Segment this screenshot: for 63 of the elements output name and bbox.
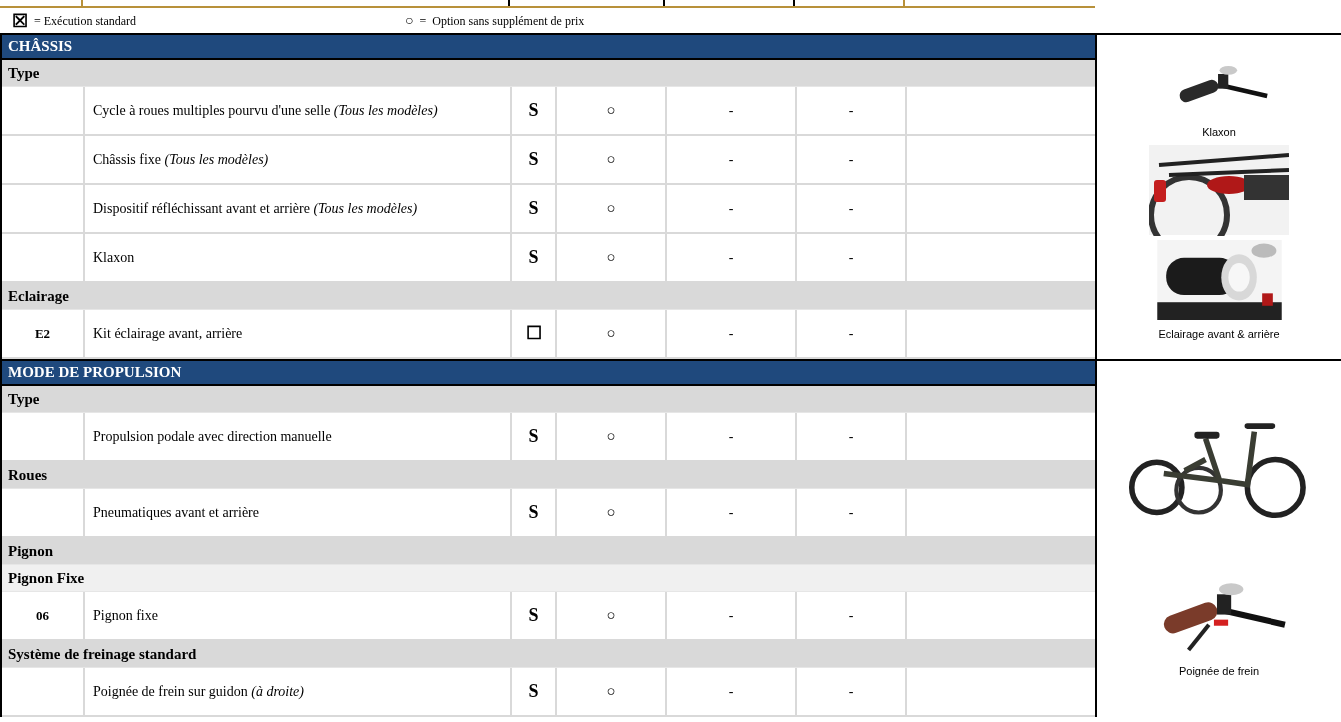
group-label: Pignon — [8, 541, 53, 561]
table-cell-text: - — [848, 683, 854, 701]
option-mark: ○ — [606, 427, 616, 447]
description-cell-text: Kit éclairage avant, arrière — [93, 324, 243, 343]
standard-mark: S — [528, 197, 539, 220]
option-mark: ○ — [606, 606, 616, 626]
option-mark: ○ — [606, 150, 616, 170]
table-cell-text: - — [848, 102, 854, 120]
option-mark: ○ — [606, 682, 616, 702]
table-cell-text: - — [728, 151, 734, 169]
code-cell: 06 — [2, 592, 85, 639]
description-cell-text: Klaxon — [93, 248, 135, 267]
table-cell-text: - — [728, 504, 734, 522]
description-cell-text: Poignée de frein sur guidon (à droite) — [93, 682, 304, 701]
table-cell-text: - — [848, 200, 854, 218]
description-cell-text: Pignon fixe — [93, 606, 158, 625]
standard-mark: S — [528, 425, 539, 448]
option-mark: ○ — [606, 101, 616, 121]
image-caption: Eclairage avant & arrière — [1158, 327, 1280, 342]
option-mark: ○ — [606, 324, 616, 344]
standard-mark: ☐ — [525, 322, 542, 345]
standard-mark: S — [528, 99, 539, 122]
group-label: Type — [8, 63, 40, 83]
image-caption: Poignée de frein — [1178, 663, 1260, 679]
legend-symbol: ☒ — [12, 11, 28, 30]
table-cell-text: - — [728, 428, 734, 446]
option-mark: ○ — [606, 248, 616, 268]
table-cell-text: - — [848, 428, 854, 446]
table-cell-text: - — [848, 151, 854, 169]
description-cell-text: Pneumatiques avant et arrière — [93, 503, 259, 522]
group-label: Eclairage — [8, 286, 69, 306]
table-cell-text: - — [728, 683, 734, 701]
image-caption: Klaxon — [1202, 124, 1236, 140]
table-cell-text: - — [848, 249, 854, 267]
description-cell-text: Châssis fixe (Tous les modèles) — [93, 150, 269, 169]
table-cell-text: - — [728, 325, 734, 343]
description-cell-text: Cycle à roues multiples pourvu d'une selle (Tous les modèles) — [93, 101, 438, 120]
table-cell-text: - — [848, 504, 854, 522]
legend-text: = Exécution standard — [34, 12, 137, 30]
group-label: Roues — [8, 465, 48, 485]
standard-mark: S — [528, 604, 539, 627]
code-cell: E2 — [2, 310, 85, 357]
standard-mark: S — [528, 148, 539, 171]
legend-symbol: ○ — [405, 12, 414, 30]
section-title: CHÂSSIS — [8, 37, 73, 57]
table-cell-text: - — [848, 325, 854, 343]
group-label: Type — [8, 389, 40, 409]
table-cell-text: - — [728, 249, 734, 267]
table-cell-text: - — [848, 607, 854, 625]
legend-text: = Option sans supplément de prix — [419, 12, 585, 30]
group-label: Système de freinage standard — [8, 644, 197, 664]
standard-mark: S — [528, 680, 539, 703]
option-mark: ○ — [606, 503, 616, 523]
table-cell-text: - — [728, 607, 734, 625]
standard-mark: S — [528, 246, 539, 269]
table-cell-text: - — [728, 102, 734, 120]
table-cell-text: - — [728, 200, 734, 218]
group-label: Pignon Fixe — [8, 568, 85, 588]
standard-mark: S — [528, 501, 539, 524]
section-title: MODE DE PROPULSION — [8, 363, 182, 383]
description-cell-text: Dispositif réfléchissant avant et arrière (Tous les modèles) — [93, 199, 418, 218]
option-mark: ○ — [606, 199, 616, 219]
description-cell-text: Propulsion podale avec direction manuelle — [93, 427, 332, 446]
